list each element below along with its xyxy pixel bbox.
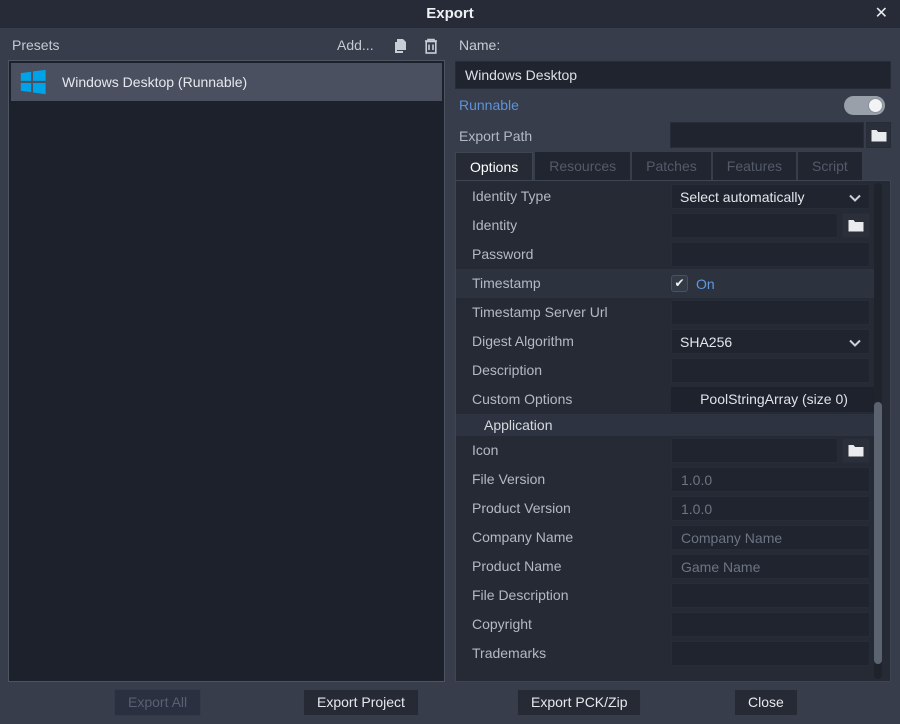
tab-resources[interactable]: Resources xyxy=(535,152,630,180)
row-digest-algorithm: Digest Algorithm SHA256 xyxy=(456,327,876,356)
section-application[interactable]: Application xyxy=(456,414,876,436)
digest-algorithm-label: Digest Algorithm xyxy=(472,327,574,356)
trademarks-input[interactable] xyxy=(671,641,870,666)
folder-icon xyxy=(848,219,864,232)
digest-algorithm-select[interactable]: SHA256 xyxy=(671,329,870,354)
runnable-toggle[interactable] xyxy=(844,96,885,115)
row-company-name: Company Name xyxy=(456,523,876,552)
export-path-input[interactable] xyxy=(670,122,864,148)
description-label: Description xyxy=(472,356,542,385)
presets-title: Presets xyxy=(12,37,59,53)
description-input[interactable] xyxy=(671,358,870,383)
password-label: Password xyxy=(472,240,533,269)
file-description-input[interactable] xyxy=(671,583,870,608)
icon-label: Icon xyxy=(472,436,498,465)
name-label: Name: xyxy=(459,37,500,53)
export-path-label: Export Path xyxy=(459,128,532,144)
icon-input[interactable] xyxy=(671,438,838,463)
tab-features[interactable]: Features xyxy=(713,152,796,180)
row-description: Description xyxy=(456,356,876,385)
preset-item-windows-desktop[interactable]: Windows Desktop (Runnable) xyxy=(11,63,442,101)
file-version-label: File Version xyxy=(472,465,545,494)
chevron-down-icon xyxy=(849,334,861,350)
options-panel: Identity Type Select automatically Ident… xyxy=(455,180,891,682)
identity-browse-button[interactable] xyxy=(842,213,870,238)
company-name-label: Company Name xyxy=(472,523,573,552)
preset-item-label: Windows Desktop (Runnable) xyxy=(62,74,247,90)
timestamp-label: Timestamp xyxy=(472,269,541,298)
tab-bar: Options Resources Patches Features Scrip… xyxy=(455,152,864,180)
folder-icon xyxy=(848,444,864,457)
chevron-down-icon xyxy=(849,189,861,205)
section-application-label: Application xyxy=(484,414,553,436)
dialog-title: Export xyxy=(0,0,900,28)
presets-list: Windows Desktop (Runnable) xyxy=(8,60,445,682)
row-timestamp: Timestamp ✔ On xyxy=(456,269,876,298)
identity-input[interactable] xyxy=(671,213,838,238)
file-description-label: File Description xyxy=(472,581,568,610)
identity-type-select[interactable]: Select automatically xyxy=(671,184,870,209)
trademarks-label: Trademarks xyxy=(472,639,546,668)
folder-icon xyxy=(871,129,887,142)
password-input[interactable] xyxy=(671,242,870,267)
row-trademarks: Trademarks xyxy=(456,639,876,668)
row-custom-options: Custom Options PoolStringArray (size 0) xyxy=(456,385,876,414)
copyright-label: Copyright xyxy=(472,610,532,639)
icon-browse-button[interactable] xyxy=(842,438,870,463)
row-password: Password xyxy=(456,240,876,269)
options-scrollbar[interactable] xyxy=(874,183,882,679)
row-identity-type: Identity Type Select automatically xyxy=(456,182,876,211)
timestamp-checkbox[interactable]: ✔ xyxy=(671,275,688,292)
row-product-version: Product Version xyxy=(456,494,876,523)
export-project-button[interactable]: Export Project xyxy=(303,689,419,716)
timestamp-server-url-input[interactable] xyxy=(671,300,870,325)
timestamp-server-url-label: Timestamp Server Url xyxy=(472,298,608,327)
row-icon: Icon xyxy=(456,436,876,465)
export-all-button[interactable]: Export All xyxy=(114,689,201,716)
tab-options[interactable]: Options xyxy=(455,152,533,180)
custom-options-value[interactable]: PoolStringArray (size 0) xyxy=(671,387,877,412)
name-input[interactable] xyxy=(455,61,891,89)
product-version-input[interactable] xyxy=(671,496,870,521)
scrollbar-grabber[interactable] xyxy=(874,402,882,664)
tab-patches[interactable]: Patches xyxy=(632,152,711,180)
company-name-input[interactable] xyxy=(671,525,870,550)
row-identity: Identity xyxy=(456,211,876,240)
duplicate-preset-icon[interactable] xyxy=(391,37,411,55)
row-timestamp-server-url: Timestamp Server Url xyxy=(456,298,876,327)
product-name-label: Product Name xyxy=(472,552,561,581)
identity-label: Identity xyxy=(472,211,517,240)
close-icon[interactable]: ✕ xyxy=(871,0,892,28)
product-version-label: Product Version xyxy=(472,494,571,523)
tab-script[interactable]: Script xyxy=(798,152,862,180)
runnable-label: Runnable xyxy=(459,97,519,113)
product-name-input[interactable] xyxy=(671,554,870,579)
file-version-input[interactable] xyxy=(671,467,870,492)
timestamp-on-label: On xyxy=(696,276,715,292)
identity-type-label: Identity Type xyxy=(472,182,551,211)
toggle-knob xyxy=(868,98,883,113)
row-file-description: File Description xyxy=(456,581,876,610)
row-product-name: Product Name xyxy=(456,552,876,581)
export-pck-zip-button[interactable]: Export PCK/Zip xyxy=(517,689,641,716)
export-path-browse-button[interactable] xyxy=(866,122,891,148)
windows-logo-icon xyxy=(18,67,48,97)
delete-preset-icon[interactable] xyxy=(423,37,443,55)
close-button[interactable]: Close xyxy=(734,689,798,716)
custom-options-label: Custom Options xyxy=(472,385,572,414)
row-file-version: File Version xyxy=(456,465,876,494)
add-preset-button[interactable]: Add... xyxy=(337,37,374,53)
row-copyright: Copyright xyxy=(456,610,876,639)
copyright-input[interactable] xyxy=(671,612,870,637)
